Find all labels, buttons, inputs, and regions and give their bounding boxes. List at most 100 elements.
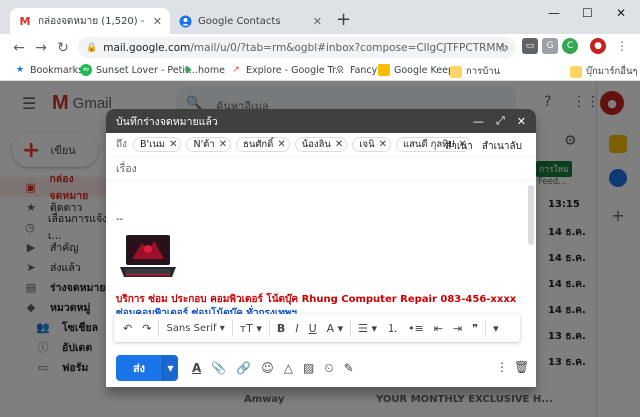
close-icon[interactable]: ✕ xyxy=(153,15,162,28)
remove-icon[interactable]: ✕ xyxy=(277,139,285,150)
maximize-icon[interactable]: ☐ xyxy=(582,6,593,20)
minimize-icon[interactable]: — xyxy=(548,6,560,20)
bookmark-item[interactable]: บุ๊กมาร์กอื่นๆ xyxy=(570,64,638,79)
align-icon[interactable]: ☰ ▾ xyxy=(358,322,377,335)
cc-link[interactable]: สำเนา xyxy=(445,141,473,152)
undo-icon[interactable]: ↶ xyxy=(123,322,132,335)
quote-icon[interactable]: ❞ xyxy=(472,322,478,335)
font-select[interactable]: Sans Serif ▾ xyxy=(166,323,224,334)
folder-icon xyxy=(450,65,462,78)
underline-icon[interactable]: U xyxy=(309,322,317,335)
more-options-icon[interactable]: ⋮ xyxy=(496,360,508,374)
minimize-icon[interactable]: — xyxy=(473,115,484,128)
spotify-icon: ≈ xyxy=(80,64,92,76)
tab-google-contacts[interactable]: Google Contacts ✕ xyxy=(170,8,330,34)
indent-less-icon[interactable]: ⇤ xyxy=(434,322,443,335)
menu-kebab-icon[interactable]: ⋮ xyxy=(614,38,630,54)
signature-icon[interactable]: ✎ xyxy=(344,361,354,375)
new-tab-button[interactable]: + xyxy=(336,11,351,29)
keep-icon xyxy=(378,64,390,76)
compose-title: บันทึกร่างจดหมายแล้ว xyxy=(116,115,218,128)
table-row[interactable]: Amway YOUR MONTHLY EXCLUSIVE H... xyxy=(176,391,596,411)
url-host: mail.google.com xyxy=(103,41,191,54)
reload-icon[interactable]: ↻ xyxy=(52,40,74,56)
bold-icon[interactable]: B xyxy=(277,322,285,335)
back-icon[interactable]: ← xyxy=(8,40,30,56)
laptop-image xyxy=(120,235,176,277)
send-options-icon[interactable]: ▼ xyxy=(162,355,178,381)
remove-icon[interactable]: ✕ xyxy=(335,139,343,150)
formatting-options-icon[interactable]: A xyxy=(192,361,201,375)
subject-field[interactable]: เรื่อง xyxy=(106,157,536,181)
bookmark-item[interactable]: ★ Bookmarks xyxy=(14,64,83,76)
star-icon: ★ xyxy=(15,65,25,75)
compose-actions: ส่ง ▼ A 📎 🔗 ☺ △ ▨ ⏲ ✎ ⋮ 🗑 xyxy=(106,349,536,387)
scrollbar-thumb[interactable] xyxy=(528,185,534,245)
extension-c-icon[interactable]: C xyxy=(562,38,578,54)
tab-strip: M กล่องจดหมาย (1,520) - appdodee@ ✕ Goog… xyxy=(0,0,640,34)
link-icon[interactable]: 🔗 xyxy=(236,361,251,375)
recipient-chip[interactable]: B'เนม ✕ xyxy=(132,137,182,152)
to-label: ถึง xyxy=(116,139,127,150)
recipient-chip[interactable]: ธนศักดิ์ ✕ xyxy=(236,137,290,152)
attach-icon[interactable]: 📎 xyxy=(211,361,226,375)
remove-icon[interactable]: ✕ xyxy=(169,139,177,150)
italic-icon[interactable]: I xyxy=(295,322,298,335)
remove-icon[interactable]: ✕ xyxy=(219,139,227,150)
more-formatting-icon[interactable]: ▾ xyxy=(493,322,499,335)
message-body[interactable]: -- บริการ ซ่อม ประกอบ คอมพิวเตอร์ โน้ตบุ… xyxy=(106,181,526,319)
bookmark-item[interactable]: การบ้าน xyxy=(450,64,500,79)
close-icon[interactable]: ✕ xyxy=(313,15,322,28)
divider xyxy=(485,320,487,336)
discard-draft-icon[interactable]: 🗑 xyxy=(514,360,529,374)
recipient-chip[interactable]: น้องลิน ✕ xyxy=(294,137,348,152)
compose-header[interactable]: บันทึกร่างจดหมายแล้ว — ⤢ ✕ xyxy=(106,109,536,133)
fancy-icon: ⚙ xyxy=(335,65,345,75)
cast-icon[interactable]: ▭ xyxy=(522,38,538,54)
bulleted-list-icon[interactable]: •≡ xyxy=(408,322,424,335)
bookmarks-bar: ★ Bookmarks ≈ Sunset Lover - Petit... ◆ hom… xyxy=(0,61,640,81)
bookmark-item[interactable]: ⚙ Fancy xyxy=(334,64,377,76)
remove-icon[interactable]: ✕ xyxy=(379,139,387,150)
tab-gmail[interactable]: M กล่องจดหมาย (1,520) - appdodee@ ✕ xyxy=(10,8,170,34)
bookmark-item[interactable]: ≈ Sunset Lover - Petit... xyxy=(80,64,198,76)
extension-icon[interactable]: G xyxy=(542,38,558,54)
mail-subject: YOUR MONTHLY EXCLUSIVE H... xyxy=(376,394,553,405)
numbered-list-icon[interactable]: ⒈ xyxy=(387,320,398,336)
send-button[interactable]: ส่ง ▼ xyxy=(116,355,178,381)
mail-sender: Amway xyxy=(244,394,285,405)
bookmark-item[interactable]: ◆ home xyxy=(182,64,225,76)
indent-more-icon[interactable]: ⇥ xyxy=(453,322,462,335)
recipient-chip[interactable]: N'ต้า ✕ xyxy=(186,137,232,152)
divider xyxy=(268,320,270,336)
send-label[interactable]: ส่ง xyxy=(116,355,162,381)
bookmark-item[interactable]: ↗ Explore - Google Tr... xyxy=(230,64,344,76)
url-path: /mail/u/0/?tab=rm&ogbl#inbox?compose=Cll… xyxy=(190,41,508,54)
drive-icon[interactable]: △ xyxy=(284,361,293,375)
confidential-icon[interactable]: ⏲ xyxy=(324,361,333,376)
recipient-chip[interactable]: เจนิ ✕ xyxy=(352,137,391,152)
expand-icon[interactable]: ⤢ xyxy=(496,114,505,128)
address-bar[interactable]: 🔒 mail.google.com /mail/u/0/?tab=rm&ogbl… xyxy=(78,37,516,58)
emoji-icon[interactable]: ☺ xyxy=(261,361,274,375)
recipients-field[interactable]: ถึง B'เนม ✕ N'ต้า ✕ ธนศักดิ์ ✕ น้องลิน ✕ เจน… xyxy=(106,133,536,157)
text-color-icon[interactable]: A ▾ xyxy=(327,322,344,335)
body-scrollbar[interactable] xyxy=(528,185,534,321)
bookmark-star-icon[interactable]: ☆ xyxy=(497,41,508,55)
home-icon: ◆ xyxy=(184,65,192,75)
bookmark-item[interactable]: Google Keep xyxy=(378,64,454,76)
lock-icon: 🔒 xyxy=(86,42,98,53)
font-size-icon[interactable]: ᴛT ▾ xyxy=(240,322,262,335)
gmail-icon: M xyxy=(19,14,31,28)
profile-icon[interactable]: ● xyxy=(590,38,606,54)
signature-separator: -- xyxy=(116,214,124,225)
divider xyxy=(158,320,160,336)
signature-line-1: บริการ ซ่อม ประกอบ คอมพิวเตอร์ โน้ตบุ๊ค … xyxy=(116,294,517,305)
window-close-icon[interactable]: ✕ xyxy=(616,6,626,20)
bcc-link[interactable]: สำเนาลับ xyxy=(482,141,522,152)
tab-title: Google Contacts xyxy=(198,15,281,27)
close-icon[interactable]: ✕ xyxy=(517,115,526,128)
photo-icon[interactable]: ▨ xyxy=(303,361,314,375)
forward-icon[interactable]: → xyxy=(30,40,52,56)
redo-icon[interactable]: ↷ xyxy=(142,322,151,335)
